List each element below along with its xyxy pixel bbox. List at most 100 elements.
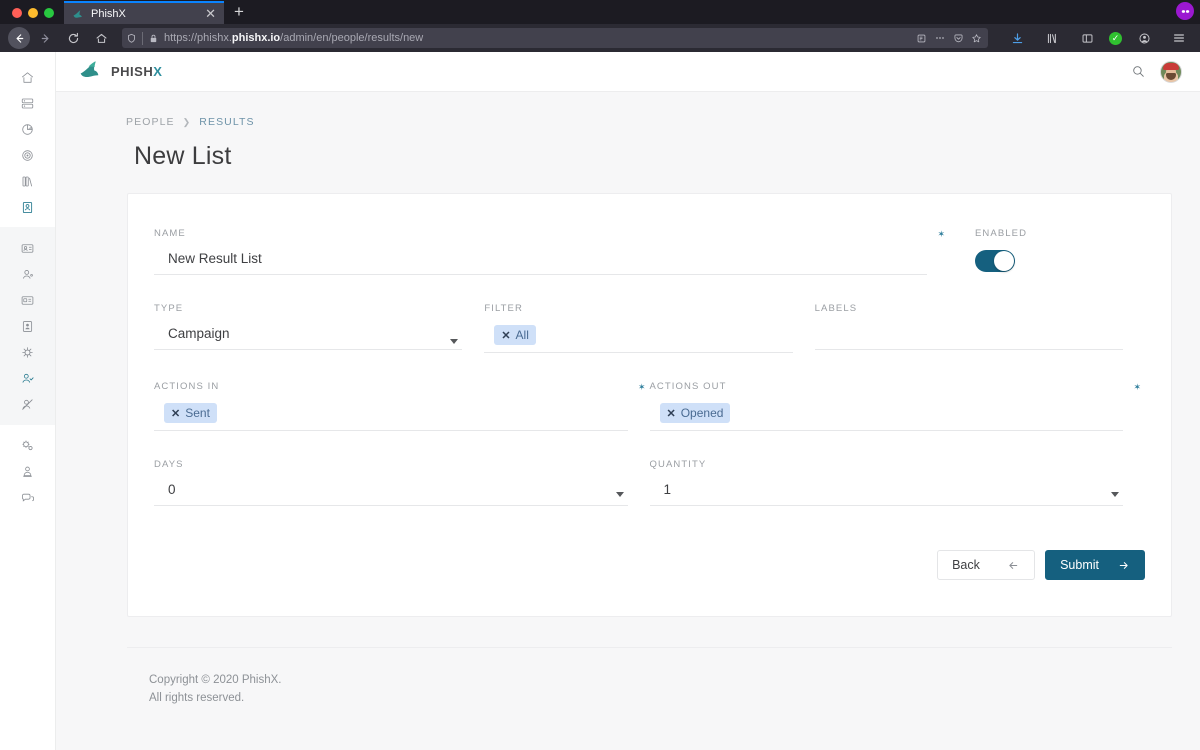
star-icon[interactable] — [971, 33, 982, 44]
navigation-toolbar: https://phishx.phishx.io/admin/en/people… — [0, 24, 1200, 52]
back-button-label: Back — [952, 558, 980, 572]
forward-arrow-icon[interactable] — [32, 26, 58, 50]
arrow-left-icon — [1007, 559, 1020, 572]
sidebar-group-people — [0, 227, 55, 425]
sidebar-item-results[interactable] — [0, 194, 55, 220]
tracking-protection-icon[interactable] — [126, 33, 137, 44]
actions-in-chip[interactable]: ✕ Sent — [164, 403, 217, 423]
arrow-right-icon — [1117, 559, 1130, 572]
breadcrumb-results[interactable]: RESULTS — [199, 116, 254, 128]
quantity-select-line[interactable]: 1 — [649, 481, 1123, 506]
phishx-fish-icon — [72, 8, 84, 20]
green-check-icon[interactable]: ✓ — [1109, 31, 1122, 45]
labels-field[interactable]: LABELS — [814, 303, 1145, 353]
reader-view-icon[interactable] — [916, 33, 927, 44]
enabled-label: ENABLED — [975, 228, 1028, 239]
breadcrumb: PEOPLE ❯ RESULTS — [56, 92, 1200, 128]
type-select-line[interactable]: Campaign — [154, 325, 463, 350]
labels-input-line[interactable] — [814, 325, 1123, 350]
type-selected-value: Campaign — [168, 326, 230, 341]
name-input-line[interactable]: New Result List — [154, 250, 927, 275]
submit-button[interactable]: Submit — [1045, 550, 1145, 580]
sidebar-item-settings[interactable] — [0, 432, 55, 458]
maximize-window-button[interactable] — [44, 8, 54, 18]
sidebar-item-library[interactable] — [0, 168, 55, 194]
sidebar-item-threats[interactable] — [0, 339, 55, 365]
library-icon[interactable] — [1039, 26, 1065, 50]
actions-in-chips-line[interactable]: ✕ Sent — [154, 403, 628, 431]
quantity-field[interactable]: QUANTITY 1 — [649, 459, 1146, 506]
actions-in-field[interactable]: ACTIONS IN ✕ Sent ✶ — [154, 381, 650, 431]
chip-label: Opened — [680, 406, 724, 420]
chevron-down-icon[interactable] — [450, 339, 459, 344]
address-bar-actions — [916, 32, 984, 44]
chip-label: All — [515, 328, 529, 342]
padlock-icon[interactable] — [148, 33, 159, 44]
filter-chip[interactable]: ✕ All — [494, 325, 536, 345]
minimize-window-button[interactable] — [28, 8, 38, 18]
actions-out-chips-line[interactable]: ✕ Opened — [649, 403, 1123, 431]
sidebar-item-campaigns[interactable] — [0, 142, 55, 168]
breadcrumb-people[interactable]: PEOPLE — [126, 116, 175, 128]
home-icon[interactable] — [88, 26, 114, 50]
extension-badge-icon[interactable] — [1176, 2, 1194, 20]
page-footer: Copyright © 2020 PhishX. All rights rese… — [127, 647, 1172, 708]
filter-label: FILTER — [484, 303, 523, 314]
name-input[interactable]: New Result List — [168, 251, 262, 266]
sidebar-item-blocked-users[interactable] — [0, 391, 55, 417]
close-icon[interactable]: ✕ — [205, 7, 216, 20]
avatar-beard — [1166, 72, 1176, 80]
sidebar-item-people-list[interactable] — [0, 235, 55, 261]
actions-out-label: ACTIONS OUT — [649, 381, 727, 392]
actions-out-field[interactable]: ACTIONS OUT ✕ Opened ✶ — [649, 381, 1146, 431]
url-text[interactable]: https://phishx.phishx.io/admin/en/people… — [164, 32, 911, 44]
ellipsis-icon[interactable] — [934, 32, 946, 44]
brand-logo[interactable]: PHISHX — [78, 59, 162, 84]
type-field[interactable]: TYPE Campaign — [154, 303, 484, 353]
chevron-down-icon[interactable] — [1111, 492, 1119, 497]
labels-label: LABELS — [814, 303, 858, 314]
filter-chips-line[interactable]: ✕ All — [484, 325, 793, 353]
sidebar-item-home[interactable] — [0, 64, 55, 90]
days-select-line[interactable]: 0 — [154, 481, 628, 506]
enabled-toggle[interactable] — [975, 250, 1015, 272]
sidebar-item-person[interactable] — [0, 261, 55, 287]
chip-remove-icon[interactable]: ✕ — [171, 407, 180, 420]
browser-tab[interactable]: PhishX ✕ — [64, 1, 224, 24]
chip-remove-icon[interactable]: ✕ — [667, 407, 676, 420]
form-row-days-quantity: DAYS 0 QUANTITY 1 — [154, 459, 1145, 506]
browser-chrome: PhishX ✕ + https://phishx.phishx.io/admi… — [0, 0, 1200, 52]
sidebar-item-messages[interactable] — [0, 484, 55, 510]
actions-out-chip[interactable]: ✕ Opened — [659, 403, 731, 423]
quantity-label: QUANTITY — [649, 459, 707, 470]
hamburger-menu-icon[interactable] — [1166, 26, 1192, 50]
sidebar-item-profiles[interactable] — [0, 313, 55, 339]
search-icon[interactable] — [1131, 64, 1146, 79]
back-button[interactable]: Back — [937, 550, 1036, 580]
submit-button-label: Submit — [1060, 558, 1099, 572]
account-icon[interactable] — [1131, 26, 1157, 50]
sidebar-item-analytics[interactable] — [0, 116, 55, 142]
close-window-button[interactable] — [12, 8, 22, 18]
days-field[interactable]: DAYS 0 — [154, 459, 650, 506]
avatar-cap — [1163, 62, 1179, 70]
name-field[interactable]: NAME New Result List ✶ — [154, 228, 949, 275]
sidebar-item-registry[interactable] — [0, 287, 55, 313]
pocket-icon[interactable] — [953, 33, 964, 44]
address-bar[interactable]: https://phishx.phishx.io/admin/en/people… — [122, 28, 988, 48]
chevron-down-icon[interactable] — [615, 492, 624, 497]
back-arrow-icon[interactable] — [8, 27, 30, 49]
new-tab-button[interactable]: + — [224, 3, 254, 24]
avatar[interactable] — [1160, 60, 1182, 83]
filter-field[interactable]: FILTER ✕ All — [484, 303, 814, 353]
sidebar-item-admin[interactable] — [0, 458, 55, 484]
sidebar-item-dashboard[interactable] — [0, 90, 55, 116]
download-icon[interactable] — [1004, 26, 1030, 50]
tab-strip: PhishX ✕ + — [0, 0, 1200, 24]
rights-line: All rights reserved. — [149, 691, 245, 704]
sidebar-icon[interactable] — [1074, 26, 1100, 50]
quantity-selected-value: 1 — [663, 482, 672, 497]
reload-icon[interactable] — [60, 26, 86, 50]
sidebar-item-approved-users[interactable] — [0, 365, 55, 391]
chip-remove-icon[interactable]: ✕ — [501, 329, 510, 342]
